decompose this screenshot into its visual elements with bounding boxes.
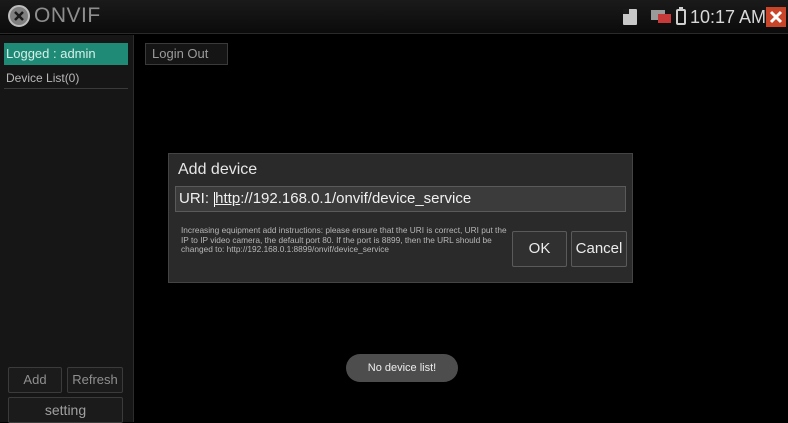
- title-bar: ONVIF 10:17 AM: [0, 0, 788, 34]
- add-button[interactable]: Add: [8, 367, 62, 393]
- battery-icon: [676, 7, 686, 25]
- uri-prefix: URI:: [179, 190, 214, 207]
- divider: [4, 88, 128, 89]
- cancel-button[interactable]: Cancel: [571, 231, 627, 267]
- sidebar: Logged : admin Device List(0) Add Refres…: [0, 35, 134, 423]
- add-device-dialog: Add device URI: http://192.168.0.1/onvif…: [168, 153, 633, 283]
- instructions-text: Increasing equipment add instructions: p…: [181, 225, 507, 255]
- toast-message: No device list!: [346, 354, 458, 382]
- dialog-title: Add device: [178, 161, 258, 178]
- app-title: ONVIF: [34, 4, 101, 27]
- login-out-button[interactable]: Login Out: [145, 43, 228, 65]
- uri-rest: ://192.168.0.1/onvif/device_service: [240, 190, 472, 207]
- uri-input[interactable]: URI: http://192.168.0.1/onvif/device_ser…: [175, 186, 626, 212]
- onvif-logo-icon: [8, 5, 30, 27]
- ok-button[interactable]: OK: [512, 231, 567, 267]
- close-icon[interactable]: [766, 7, 786, 27]
- logged-in-badge: Logged : admin: [4, 43, 128, 65]
- network-icon: [651, 10, 671, 23]
- refresh-button[interactable]: Refresh: [67, 367, 123, 393]
- uri-scheme: http: [215, 190, 241, 207]
- clock: 10:17 AM: [690, 7, 767, 27]
- sd-card-icon: [623, 9, 637, 25]
- setting-button[interactable]: setting: [8, 397, 123, 423]
- device-list-label[interactable]: Device List(0): [6, 71, 79, 85]
